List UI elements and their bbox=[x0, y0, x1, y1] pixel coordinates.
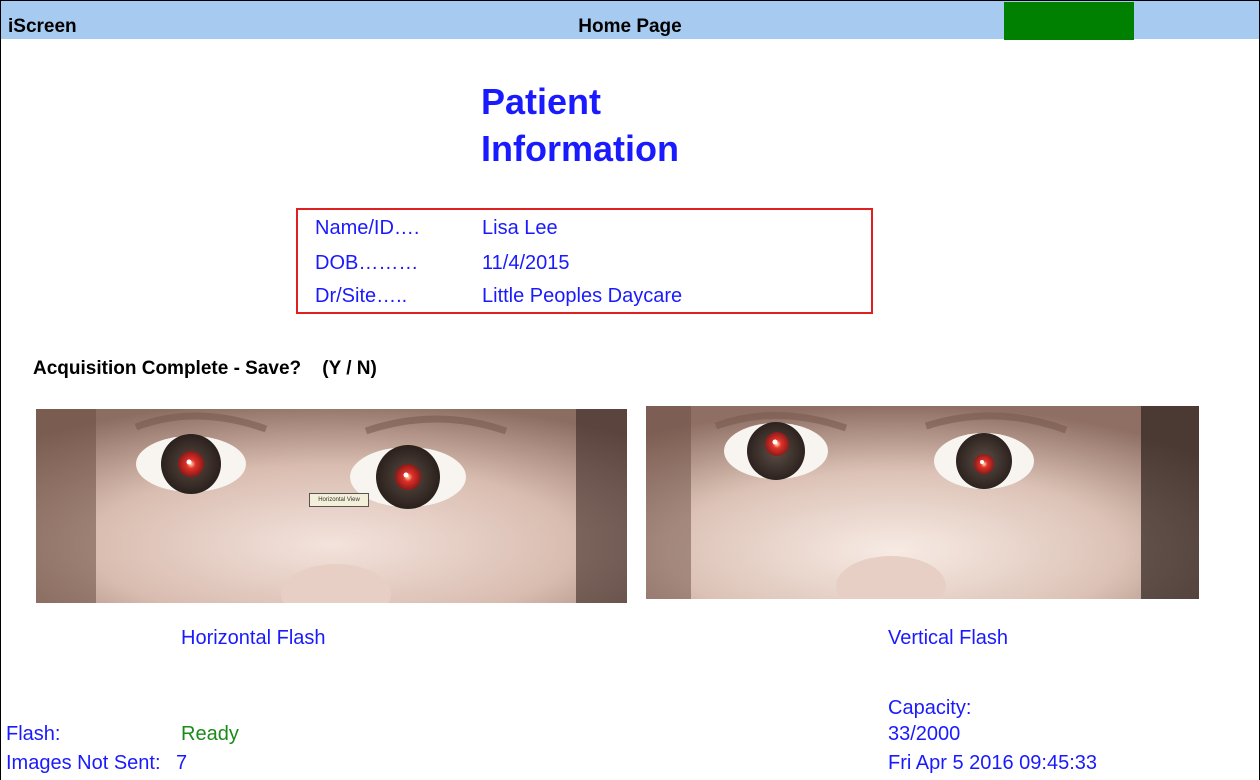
dob-label: DOB……… bbox=[315, 252, 419, 274]
datetime: Fri Apr 5 2016 09:45:33 bbox=[888, 752, 1098, 774]
name-label: Name/ID…. bbox=[315, 217, 420, 239]
images-not-sent-label: Images Not Sent: bbox=[6, 752, 161, 774]
site-row: Dr/Site….. Little Peoples Daycare bbox=[315, 285, 682, 308]
patient-info-box: Name/ID…. Lisa Lee DOB……… 11/4/2015 Dr/S… bbox=[296, 208, 873, 314]
horizontal-view-label: Horizontal View bbox=[309, 493, 369, 507]
face-photo-vertical bbox=[646, 406, 1199, 599]
capacity-label: Capacity: bbox=[888, 697, 972, 719]
dob-row: DOB……… 11/4/2015 bbox=[315, 252, 570, 275]
site-value: Little Peoples Daycare bbox=[482, 285, 683, 307]
horizontal-flash-image: Horizontal View bbox=[36, 409, 627, 603]
site-label: Dr/Site….. bbox=[315, 285, 408, 307]
heading-line-2: Information bbox=[481, 128, 679, 169]
name-value: Lisa Lee bbox=[482, 217, 558, 239]
title-bar: iScreen Home Page bbox=[1, 1, 1259, 40]
patient-info-heading: Patient Information bbox=[481, 78, 679, 172]
flash-label: Flash: bbox=[6, 723, 61, 745]
flash-status: Ready bbox=[181, 723, 239, 745]
vertical-flash-caption: Vertical Flash bbox=[888, 627, 1009, 649]
dob-value: 11/4/2015 bbox=[482, 252, 570, 274]
status-indicator bbox=[1004, 2, 1134, 40]
name-row: Name/ID…. Lisa Lee bbox=[315, 217, 558, 240]
heading-line-1: Patient bbox=[481, 81, 602, 122]
images-not-sent-value: 7 bbox=[176, 752, 188, 774]
save-prompt: Acquisition Complete - Save? (Y / N) bbox=[33, 358, 377, 379]
vertical-flash-image bbox=[646, 406, 1199, 599]
capacity-value: 33/2000 bbox=[888, 723, 961, 745]
horizontal-flash-caption: Horizontal Flash bbox=[181, 627, 326, 649]
